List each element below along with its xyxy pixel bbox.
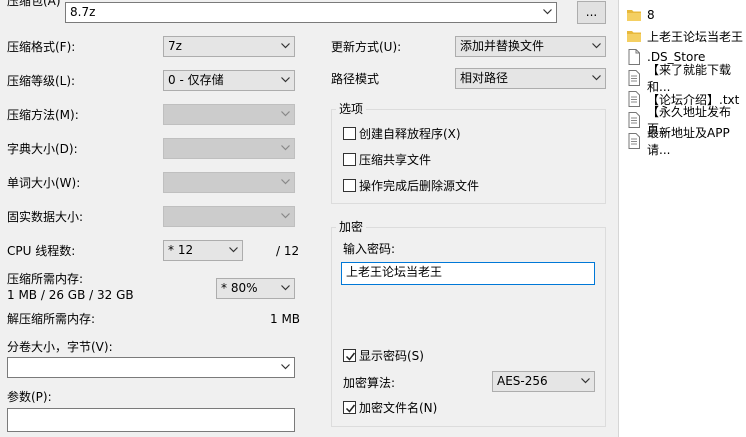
format-select[interactable]: 7z xyxy=(163,36,295,57)
path-mode-label: 路径模式 xyxy=(331,72,380,86)
method-label: 压缩方法(M): xyxy=(7,108,79,122)
folder-icon xyxy=(627,31,641,42)
dict-label: 字典大小(D): xyxy=(7,142,78,156)
decomp-label: 解压缩所需内存: xyxy=(7,312,96,326)
mem-percent-value: * 80% xyxy=(221,281,258,295)
dict-select[interactable] xyxy=(163,138,295,159)
text-file-icon xyxy=(628,112,640,128)
format-value: 7z xyxy=(168,39,182,53)
show-password-checkbox[interactable] xyxy=(343,349,356,362)
sfx-checkbox[interactable] xyxy=(343,127,356,140)
password-value: 上老王论坛当老王 xyxy=(346,265,443,279)
update-label: 更新方式(U): xyxy=(331,40,402,54)
delete-after-label: 操作完成后删除源文件 xyxy=(359,179,480,193)
password-label: 输入密码: xyxy=(343,242,396,256)
archive-path-combo[interactable]: 8.7z xyxy=(65,2,557,23)
chevron-down-icon xyxy=(281,111,290,117)
encryption-group xyxy=(331,227,606,427)
encrypt-names-checkbox[interactable] xyxy=(343,401,356,414)
password-input[interactable]: 上老王论坛当老王 xyxy=(341,262,595,285)
archive-path-value: 8.7z xyxy=(70,5,96,19)
split-label: 分卷大小，字节(V): xyxy=(7,340,113,354)
method-select[interactable] xyxy=(163,104,295,125)
shared-files-label: 压缩共享文件 xyxy=(359,153,432,167)
chevron-down-icon xyxy=(281,145,290,151)
chevron-down-icon xyxy=(592,75,601,81)
path-mode-select[interactable]: 相对路径 xyxy=(455,68,606,89)
path-mode-value: 相对路径 xyxy=(460,71,509,85)
text-file-icon xyxy=(628,91,640,107)
params-label: 参数(P): xyxy=(7,390,52,404)
file-name: 上老王论坛当老王 xyxy=(647,29,744,44)
file-item[interactable]: 8 xyxy=(627,5,655,25)
chevron-down-icon xyxy=(229,247,238,253)
word-label: 单词大小(W): xyxy=(7,176,81,190)
file-list: 8 上老王论坛当老王 .DS_Store 【来了就能下载和... 【论坛介绍】.… xyxy=(620,0,746,437)
browse-button[interactable]: ... xyxy=(577,1,606,24)
show-password-label: 显示密码(S) xyxy=(359,349,424,363)
checkmark-icon xyxy=(345,404,356,413)
word-select[interactable] xyxy=(163,172,295,193)
text-file-icon xyxy=(628,70,640,86)
split-size-combo[interactable] xyxy=(7,357,295,378)
level-value: 0 - 仅存储 xyxy=(168,73,224,87)
chevron-down-icon xyxy=(281,43,290,49)
algo-label: 加密算法: xyxy=(343,376,396,390)
mem-percent-select[interactable]: * 80% xyxy=(216,278,295,299)
encryption-title: 加密 xyxy=(336,220,367,234)
level-label: 压缩等级(L): xyxy=(7,74,76,88)
chevron-down-icon xyxy=(281,364,290,370)
format-label: 压缩格式(F): xyxy=(7,40,76,54)
update-mode-select[interactable]: 添加并替换文件 xyxy=(455,36,606,57)
text-file-icon xyxy=(628,133,640,149)
chevron-down-icon xyxy=(281,285,290,291)
folder-icon xyxy=(627,10,641,21)
chevron-down-icon xyxy=(281,179,290,185)
shared-files-checkbox[interactable] xyxy=(343,153,356,166)
cpu-threads-value: * 12 xyxy=(168,243,194,257)
file-name: 8 xyxy=(647,8,655,22)
level-select[interactable]: 0 - 仅存储 xyxy=(163,70,295,91)
mem-detail: 1 MB / 26 GB / 32 GB xyxy=(7,288,134,302)
file-item[interactable]: 【来了就能下载和... xyxy=(627,63,746,94)
file-icon xyxy=(628,49,640,65)
archive-label: 压缩包(A) xyxy=(7,0,61,8)
file-item[interactable]: 上老王论坛当老王 xyxy=(627,26,743,46)
add-to-archive-dialog: 压缩包(A) 8.7z ... 压缩格式(F): 7z 压缩等级(L): 0 -… xyxy=(0,0,619,437)
solid-label: 固实数据大小: xyxy=(7,210,84,224)
cpu-threads-select[interactable]: * 12 xyxy=(163,240,243,261)
cpu-label: CPU 线程数: xyxy=(7,244,76,258)
chevron-down-icon xyxy=(281,77,290,83)
chevron-down-icon xyxy=(281,213,290,219)
delete-after-checkbox[interactable] xyxy=(343,179,356,192)
file-name: 最新地址及APP请... xyxy=(647,126,730,157)
chevron-down-icon xyxy=(581,378,590,384)
decomp-value: 1 MB xyxy=(270,312,301,326)
file-item[interactable]: 最新地址及APP请... xyxy=(627,126,746,157)
chevron-down-icon xyxy=(543,9,552,15)
cpu-total: / 12 xyxy=(276,244,300,258)
encrypt-names-label: 加密文件名(N) xyxy=(359,401,438,415)
update-mode-value: 添加并替换文件 xyxy=(460,39,545,53)
mem-label: 压缩所需内存: xyxy=(7,272,84,286)
solid-select[interactable] xyxy=(163,206,295,227)
algo-select[interactable]: AES-256 xyxy=(492,371,595,392)
algo-value: AES-256 xyxy=(497,374,548,388)
chevron-down-icon xyxy=(592,43,601,49)
sfx-label: 创建自释放程序(X) xyxy=(359,127,461,141)
params-input[interactable] xyxy=(7,408,295,432)
checkmark-icon xyxy=(345,352,356,361)
options-title: 选项 xyxy=(336,102,367,116)
